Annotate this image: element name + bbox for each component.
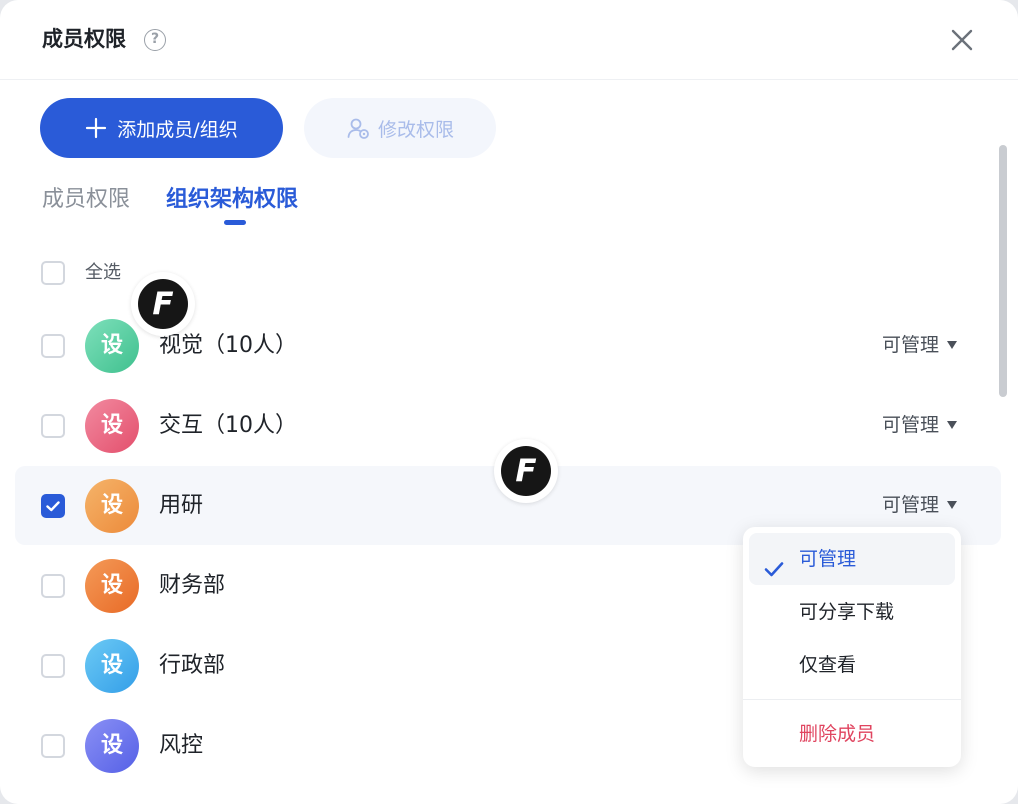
avatar: 设 [85,479,139,533]
row-name: 交互（10人） [159,413,297,438]
caret-down-icon [947,421,958,429]
row-checkbox[interactable] [41,574,65,598]
row-checkbox[interactable] [41,494,65,518]
edit-permission-button[interactable]: 修改权限 [304,98,496,158]
delete-member-label: 删除成员 [799,723,876,745]
avatar: 设 [85,319,139,373]
permission-select[interactable]: 可管理 [882,331,958,359]
check-icon [46,501,60,512]
row-name: 用研 [159,493,204,518]
caret-down-icon [947,501,958,509]
row-checkbox[interactable] [41,334,65,358]
dropdown-option-label: 仅查看 [799,654,857,676]
member-permission-dialog: 成员权限 ? 添加成员/组织 修改权限 成员权限 组织架构权限 全选 设 视觉（… [0,0,1018,804]
avatar: 设 [85,639,139,693]
row-name: 财务部 [159,573,226,598]
floating-app-icon[interactable]: F [131,272,195,336]
permission-select[interactable]: 可管理 [882,411,958,439]
avatar: 设 [85,559,139,613]
row-checkbox[interactable] [41,414,65,438]
permission-dropdown-menu: 可管理 可分享下载 仅查看 删除成员 [743,527,961,767]
dropdown-option-view-only[interactable]: 仅查看 [749,639,955,691]
tab-org-permission[interactable]: 组织架构权限 [166,184,298,216]
tab-member-permission[interactable]: 成员权限 [42,184,130,216]
row-checkbox[interactable] [41,654,65,678]
caret-down-icon [947,341,958,349]
close-icon[interactable] [946,24,978,56]
user-settings-icon [346,116,370,140]
add-member-button[interactable]: 添加成员/组织 [40,98,283,158]
scrollbar-thumb[interactable] [999,145,1007,397]
permission-label: 可管理 [882,414,940,436]
dropdown-option-label: 可管理 [799,548,857,570]
plus-icon [85,117,107,139]
avatar: 设 [85,719,139,773]
active-tab-indicator [224,220,246,225]
edit-permission-label: 修改权限 [377,118,454,141]
permission-select[interactable]: 可管理 [882,491,958,519]
check-icon [763,548,785,577]
permission-label: 可管理 [882,494,940,516]
f-logo-icon: F [501,446,551,496]
row-checkbox[interactable] [41,734,65,758]
dropdown-option-manage[interactable]: 可管理 [749,533,955,585]
f-logo-icon: F [138,279,188,329]
select-all-label: 全选 [85,262,121,283]
dialog-header: 成员权限 ? [0,0,1018,80]
dropdown-divider [743,699,961,700]
dialog-title: 成员权限 [42,27,126,51]
question-circle-icon[interactable]: ? [144,29,166,51]
avatar: 设 [85,399,139,453]
dropdown-option-label: 可分享下载 [799,601,895,623]
dropdown-delete-member[interactable]: 删除成员 [749,708,955,760]
row-name: 行政部 [159,653,226,678]
row-name: 风控 [159,733,204,758]
dropdown-option-share-download[interactable]: 可分享下载 [749,586,955,638]
floating-app-icon[interactable]: F [494,439,558,503]
add-member-label: 添加成员/组织 [117,118,238,141]
permission-label: 可管理 [882,334,940,356]
row-name: 视觉（10人） [159,333,297,358]
select-all-checkbox[interactable] [41,261,65,285]
